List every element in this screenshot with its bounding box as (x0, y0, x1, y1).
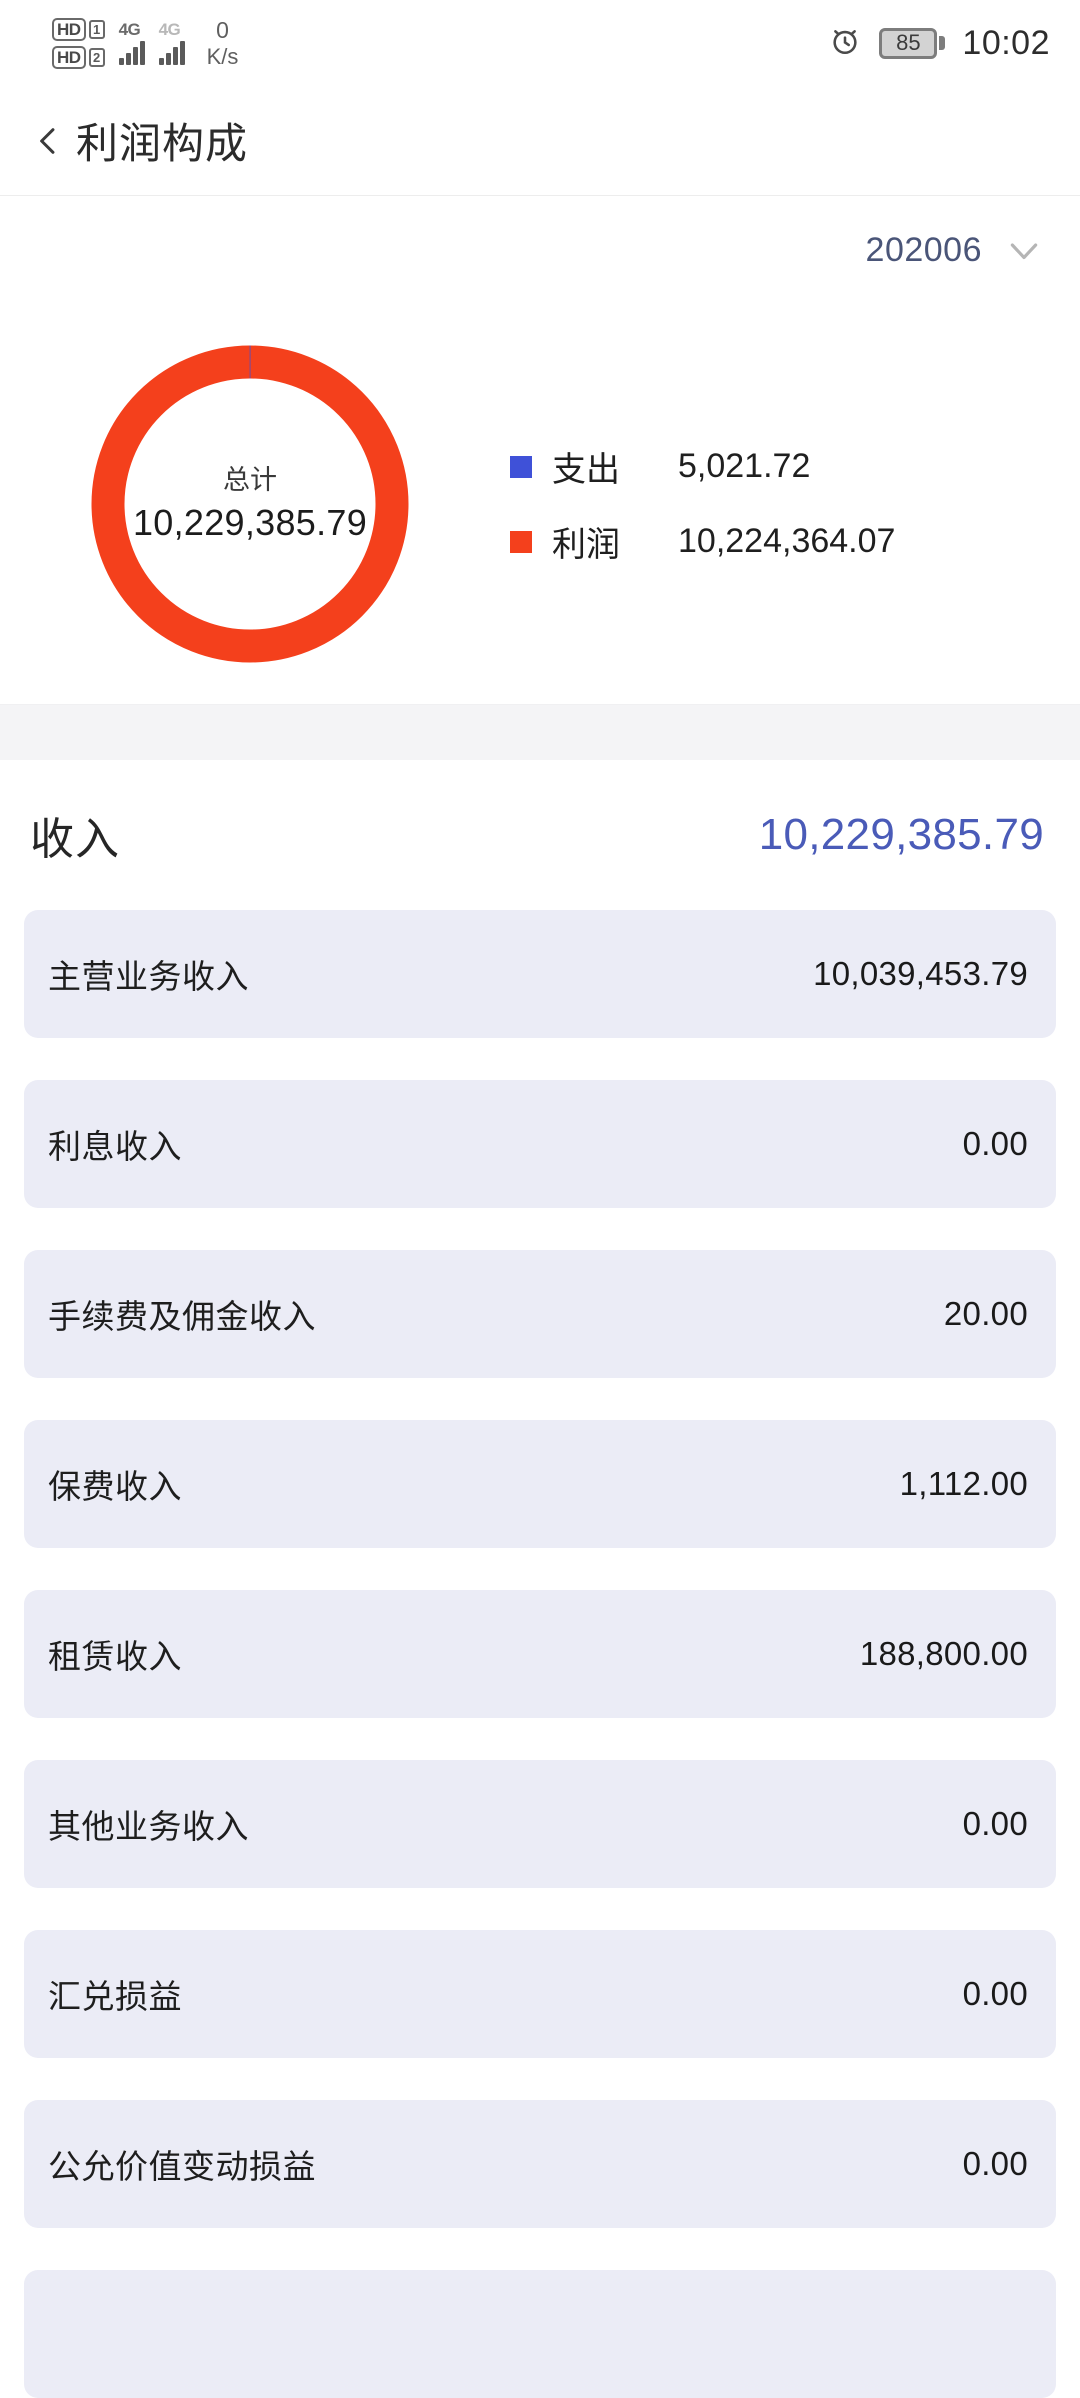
table-row[interactable]: 其他业务收入 0.00 (24, 1760, 1056, 1888)
income-section-total: 10,229,385.79 (758, 810, 1044, 859)
battery-icon: 85 (879, 27, 946, 59)
row-label: 手续费及佣金收入 (48, 1298, 316, 1335)
network-speed-indicator: 0 K/s (206, 16, 239, 69)
table-row[interactable]: 利息收入 0.00 (24, 1080, 1056, 1208)
row-value: 20.00 (943, 1295, 1028, 1332)
section-divider-band (0, 704, 1080, 760)
signal-bars-icon (118, 39, 145, 65)
legend-label-expense: 支出 (552, 451, 620, 489)
status-bar: HD 1 HD 2 4G 4G 0 K/s 85 10:02 (0, 0, 1080, 86)
app-screen: HD 1 HD 2 4G 4G 0 K/s 85 10:02 利润构成 2020… (0, 0, 1080, 2398)
row-value: 0.00 (962, 1805, 1028, 1842)
row-label: 利息收入 (48, 1128, 182, 1165)
dual-sim-hd-indicators: HD 1 HD 2 (52, 17, 105, 69)
income-section-header: 收入 10,229,385.79 (0, 760, 1080, 910)
row-value: 1,112.00 (899, 1465, 1028, 1502)
legend-value-expense: 5,021.72 (678, 447, 811, 485)
income-row-list: 主营业务收入 10,039,453.79 利息收入 0.00 手续费及佣金收入 … (0, 910, 1080, 2398)
battery-tip (939, 36, 946, 50)
sim1-hd-indicator: HD 1 (52, 17, 105, 41)
legend-swatch-expense (510, 455, 532, 478)
table-row[interactable]: 主营业务收入 10,039,453.79 (24, 910, 1056, 1038)
network-speed-unit: K/s (206, 43, 239, 69)
row-label: 公允价值变动损益 (48, 2148, 316, 2185)
network-speed-value: 0 (216, 16, 229, 43)
donut-chart[interactable]: 总计 10,229,385.79 (75, 329, 425, 679)
battery-percent: 85 (896, 30, 921, 55)
sim1-number: 1 (88, 19, 105, 39)
legend-item-expense[interactable]: 支出 5,021.72 (510, 442, 895, 491)
row-label: 汇兑损益 (48, 1978, 182, 2015)
sim2-number: 2 (88, 47, 105, 67)
period-value: 202006 (865, 230, 982, 269)
row-value: 188,800.00 (859, 1635, 1028, 1672)
row-label: 其他业务收入 (48, 1808, 249, 1845)
network-type-label: 4G (118, 20, 141, 39)
back-button[interactable] (22, 115, 74, 167)
donut-chart-wrap: 总计 10,229,385.79 (0, 329, 500, 679)
legend-value-profit: 10,224,364.07 (678, 522, 896, 560)
row-value: 0.00 (962, 1125, 1028, 1162)
signal-indicator-sim2: 4G (158, 20, 185, 65)
status-bar-left: HD 1 HD 2 4G 4G 0 K/s (52, 16, 239, 69)
row-value: 10,039,453.79 (813, 955, 1028, 992)
legend-item-profit[interactable]: 利润 10,224,364.07 (510, 517, 895, 566)
row-label: 租赁收入 (48, 1638, 182, 1675)
table-row[interactable]: 公允价值变动损益 0.00 (24, 2100, 1056, 2228)
chart-legend: 支出 5,021.72 利润 10,224,364.07 (510, 442, 895, 566)
table-row[interactable]: 汇兑损益 0.00 (24, 1930, 1056, 2058)
table-row[interactable]: 手续费及佣金收入 20.00 (24, 1250, 1056, 1378)
table-row-partial[interactable] (24, 2270, 1056, 2398)
row-label: 保费收入 (48, 1468, 182, 1505)
nav-header: 利润构成 (0, 86, 1080, 196)
row-value: 0.00 (962, 1975, 1028, 2012)
hd-icon: HD (52, 17, 86, 41)
legend-swatch-profit (510, 530, 532, 553)
table-row[interactable]: 租赁收入 188,800.00 (24, 1590, 1056, 1718)
row-value: 0.00 (962, 2145, 1028, 2182)
signal-bars-icon (158, 39, 185, 65)
period-selector[interactable]: 202006 (0, 196, 1080, 304)
row-label: 主营业务收入 (48, 958, 249, 995)
chevron-down-icon[interactable] (1004, 230, 1044, 270)
donut-chart-svg (91, 345, 409, 663)
sim2-hd-indicator: HD 2 (52, 45, 105, 69)
network-type-label: 4G (158, 20, 181, 39)
legend-label-profit: 利润 (552, 526, 620, 564)
profit-composition-chart: 总计 10,229,385.79 支出 5,021.72 利润 10,224,3… (0, 304, 1080, 704)
chevron-left-icon (40, 127, 55, 154)
status-bar-clock: 10:02 (962, 23, 1050, 62)
table-row[interactable]: 保费收入 1,112.00 (24, 1420, 1056, 1548)
hd-icon: HD (52, 45, 86, 69)
income-section-title: 收入 (30, 815, 120, 864)
page-title: 利润构成 (76, 120, 249, 167)
alarm-clock-icon (828, 24, 862, 63)
status-bar-right: 85 10:02 (828, 24, 1050, 63)
signal-indicator-sim1: 4G (118, 20, 145, 65)
